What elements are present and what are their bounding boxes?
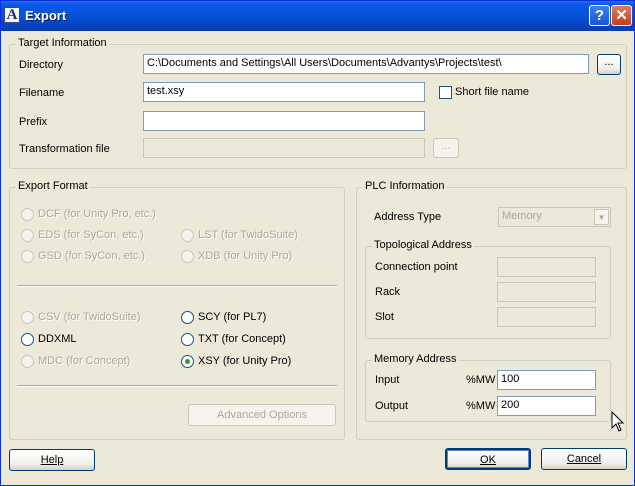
connection-point-label: Connection point [375, 261, 458, 273]
window-title: Export [25, 8, 67, 23]
mdc-radio [21, 355, 34, 368]
cancel-button-label: Cancel [566, 453, 602, 465]
prefix-label: Prefix [19, 116, 48, 128]
app-icon: A [4, 7, 20, 23]
transformation-browse-button: ... [433, 138, 459, 158]
rack-field [497, 282, 596, 302]
output-label: Output [375, 400, 409, 412]
rack-label: Rack [375, 286, 401, 298]
slot-label: Slot [375, 311, 394, 323]
cancel-button[interactable]: Cancel [541, 448, 627, 470]
plc-information-title: PLC Information [363, 180, 447, 192]
xsy-radio-selected-dot [185, 359, 190, 364]
address-type-value: Memory [502, 210, 542, 222]
help-title-button[interactable]: ? [589, 5, 610, 26]
txt-radio[interactable] [181, 333, 194, 346]
address-type-select: Memory ▼ [498, 207, 611, 227]
mouse-cursor-icon [611, 411, 625, 432]
advanced-separator [17, 385, 337, 387]
scy-radio[interactable] [181, 311, 194, 324]
lst-label: LST (for TwidoSuite) [198, 229, 298, 241]
transformation-file-label: Transformation file [19, 143, 110, 155]
short-file-name-checkbox[interactable] [439, 86, 452, 99]
xdb-radio [181, 250, 194, 263]
ddxml-label[interactable]: DDXML [38, 333, 77, 345]
output-prefix: %MW [466, 400, 496, 412]
transformation-file-field [143, 138, 425, 158]
filename-field[interactable]: test.xsy [143, 82, 425, 102]
prefix-field[interactable] [143, 111, 425, 131]
directory-label: Directory [19, 59, 64, 71]
ok-button[interactable]: OK [445, 448, 531, 470]
address-type-label: Address Type [374, 211, 442, 223]
export-dialog: A Export ? ✕ Target Information Director… [0, 0, 635, 486]
eds-label: EDS (for SyCon, etc.) [38, 229, 144, 241]
filename-label: Filename [19, 87, 65, 99]
title-bar[interactable]: A Export ? ✕ [1, 1, 634, 31]
csv-radio [21, 311, 34, 324]
mdc-label: MDC (for Concept) [38, 355, 131, 367]
export-format-title: Export Format [16, 180, 90, 192]
xdb-label: XDB (for Unity Pro) [198, 250, 293, 262]
chevron-down-icon: ▼ [594, 209, 609, 225]
topological-address-title: Topological Address [372, 239, 474, 251]
xsy-radio[interactable] [181, 355, 194, 368]
ok-button-label: OK [480, 454, 496, 466]
input-prefix: %MW [466, 374, 496, 386]
xsy-label[interactable]: XSY (for Unity Pro) [198, 355, 291, 367]
csv-label: CSV (for TwidoSuite) [38, 311, 141, 323]
dcf-label: DCF (for Unity Pro, etc.) [38, 208, 156, 220]
memory-address-title: Memory Address [372, 353, 459, 365]
gsd-radio [21, 250, 34, 263]
output-address-field[interactable]: 200 [497, 396, 596, 416]
help-button[interactable]: Help [9, 449, 95, 471]
eds-radio [21, 229, 34, 242]
target-information-title: Target Information [16, 37, 109, 49]
gsd-label: GSD (for SyCon, etc.) [38, 250, 145, 262]
txt-label[interactable]: TXT (for Concept) [198, 333, 286, 345]
advanced-options-button: Advanced Options [188, 404, 336, 426]
lst-radio [181, 229, 194, 242]
help-button-label: Help [40, 454, 64, 466]
slot-field [497, 307, 596, 327]
dcf-radio [21, 208, 34, 221]
close-button[interactable]: ✕ [611, 5, 632, 26]
scy-label[interactable]: SCY (for PL7) [198, 311, 266, 323]
input-address-field[interactable]: 100 [497, 370, 596, 390]
input-label: Input [375, 374, 400, 386]
directory-field[interactable]: C:\Documents and Settings\All Users\Docu… [143, 54, 589, 74]
directory-browse-button[interactable]: ... [597, 54, 621, 75]
ddxml-radio[interactable] [21, 333, 34, 346]
format-separator [17, 285, 337, 287]
short-file-name-label[interactable]: Short file name [455, 86, 529, 98]
connection-point-field [497, 257, 596, 277]
